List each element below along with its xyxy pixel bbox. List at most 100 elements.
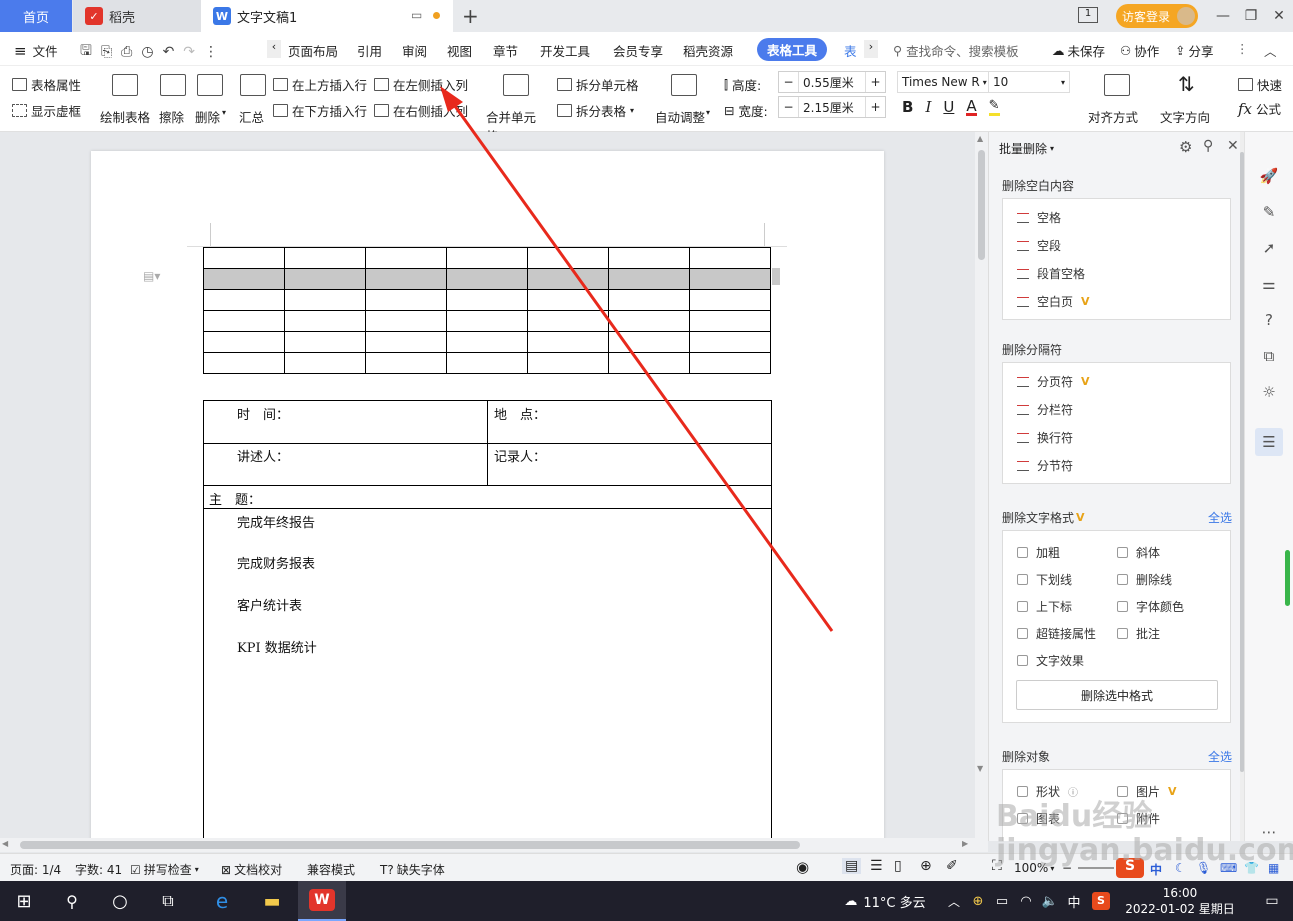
arrow-line xyxy=(450,101,834,632)
page-indicator[interactable]: 页面: 1/4 xyxy=(10,861,61,878)
eye-icon[interactable]: ◉ xyxy=(796,858,809,876)
gear-icon[interactable]: ⚙ xyxy=(1179,138,1192,156)
tray-expand-icon[interactable]: ︿ xyxy=(944,881,964,921)
missing-font-label: 缺失字体 xyxy=(396,863,445,877)
document-vertical-scrollbar[interactable]: ▲ ▼ xyxy=(975,132,988,841)
cortana-icon[interactable]: ○ xyxy=(100,881,140,921)
select-all-format-link[interactable]: 全选 xyxy=(1208,509,1232,526)
spell-check-button[interactable]: ☑ 拼写检查 ▾ xyxy=(130,861,199,878)
scroll-down-icon[interactable]: ▼ xyxy=(977,764,983,773)
item-column-break[interactable]: 分栏符 xyxy=(1017,401,1073,418)
bulb-icon[interactable]: ☼ xyxy=(1259,382,1279,402)
item-leading-space[interactable]: 段首空格 xyxy=(1017,265,1085,282)
clock-date: 2022-01-02 星期日 xyxy=(1125,902,1235,916)
check-icon: ☑ xyxy=(130,862,141,877)
vip-icon: V xyxy=(1168,785,1177,798)
web-view-icon[interactable]: ⊕ xyxy=(920,858,932,874)
cursor-icon[interactable]: ➚ xyxy=(1259,238,1279,258)
task-view-icon[interactable]: ⧉ xyxy=(148,881,188,921)
scroll-right-arrow-icon[interactable]: ▶ xyxy=(962,839,968,848)
column-break-icon xyxy=(1017,404,1029,415)
format-items-box: 加粗 下划线 上下标 超链接属性 文字效果 斜体 删除线 字体颜色 批注 删除选… xyxy=(1002,530,1231,723)
edge-browser-icon[interactable]: e xyxy=(198,881,246,921)
item-empty-paragraph[interactable]: 空段 xyxy=(1017,237,1061,254)
proof-icon: ⊠ xyxy=(221,862,232,877)
pen-icon[interactable]: ✎ xyxy=(1259,202,1279,222)
cb-strikethrough[interactable]: 删除线 xyxy=(1117,571,1172,588)
search-taskbar-icon[interactable]: ⚲ xyxy=(52,881,92,921)
arrow-head xyxy=(440,86,463,112)
item-line-break[interactable]: 换行符 xyxy=(1017,429,1073,446)
section-object-title: 删除对象 xyxy=(1002,750,1051,764)
scrollbar-thumb[interactable] xyxy=(978,150,985,260)
section-break-icon xyxy=(1017,460,1029,471)
right-tool-rail: 🚀 ✎ ➚ ⚌ ? ⧉ ☼ ☰ ⋯ xyxy=(1244,132,1293,841)
checkbox-icon xyxy=(1117,628,1128,639)
cloud-weather-icon: ☁ xyxy=(844,893,858,909)
checkbox-icon xyxy=(1017,655,1028,666)
checkbox-icon xyxy=(1117,601,1128,612)
cb-hyperlink[interactable]: 超链接属性 xyxy=(1017,625,1096,642)
delete-format-button[interactable]: 删除选中格式 xyxy=(1016,680,1218,710)
item-space[interactable]: 空格 xyxy=(1017,209,1061,226)
cb-superscript[interactable]: 上下标 xyxy=(1017,598,1072,615)
cb-underline[interactable]: 下划线 xyxy=(1017,571,1072,588)
item-blank-page[interactable]: 空白页 V xyxy=(1017,293,1090,310)
notification-icon[interactable]: ▭ xyxy=(1254,881,1290,921)
item-label: 斜体 xyxy=(1136,546,1161,560)
scroll-left-arrow-icon[interactable]: ◀ xyxy=(2,839,8,848)
separator-items-box: 分页符 V 分栏符 换行符 分节符 xyxy=(1002,362,1231,484)
info-icon[interactable]: ⓘ xyxy=(1068,784,1078,799)
cb-shape[interactable]: 形状 ⓘ xyxy=(1017,783,1078,800)
item-section-break[interactable]: 分节符 xyxy=(1017,457,1073,474)
compat-mode[interactable]: 兼容模式 xyxy=(307,861,355,878)
scroll-up-icon[interactable]: ▲ xyxy=(977,134,983,143)
translate-icon[interactable]: ⧉ xyxy=(1259,346,1279,366)
close-panel-icon[interactable]: ✕ xyxy=(1227,138,1239,154)
page-view-icon[interactable]: ▤ xyxy=(842,858,862,874)
document-horizontal-scrollbar[interactable]: ◀ ▶ xyxy=(0,838,988,852)
proofread-button[interactable]: ⊠ 文档校对 xyxy=(221,861,282,878)
wps-taskbar-icon[interactable]: W xyxy=(298,881,346,921)
vip-icon: V xyxy=(1076,511,1085,524)
item-label: 删除线 xyxy=(1136,573,1173,587)
vip-icon: V xyxy=(1081,375,1090,388)
outline-view-icon[interactable]: ☰ xyxy=(870,858,883,874)
checkbox-icon xyxy=(1117,547,1128,558)
sogou-logo-icon: S xyxy=(1092,892,1110,910)
wps-logo-icon: W xyxy=(309,889,335,911)
cb-text-effect[interactable]: 文字效果 xyxy=(1017,652,1084,669)
item-label: 分栏符 xyxy=(1037,403,1074,417)
sliders-icon[interactable]: ⚌ xyxy=(1259,274,1279,294)
file-explorer-icon[interactable]: ▬ xyxy=(252,881,292,921)
baidu-watermark: Baidu经验 jingyan.baidu.com xyxy=(996,799,1293,868)
batch-delete-icon[interactable]: ☰ xyxy=(1255,428,1283,456)
panel-header[interactable]: 批量删除 ▾ xyxy=(999,140,1054,157)
pin-icon[interactable]: ⚲ xyxy=(1203,138,1213,154)
cb-bold[interactable]: 加粗 xyxy=(1017,544,1060,561)
hscrollbar-thumb[interactable] xyxy=(20,841,800,849)
item-page-break[interactable]: 分页符 V xyxy=(1017,373,1090,390)
read-view-icon[interactable]: ▯ xyxy=(894,858,902,874)
item-label: 分页符 xyxy=(1037,375,1074,389)
select-all-object-link[interactable]: 全选 xyxy=(1208,748,1232,765)
item-label: 批注 xyxy=(1136,627,1161,641)
tray-app-icon[interactable]: ⊕ xyxy=(968,881,988,921)
space-icon xyxy=(1017,212,1029,223)
weather-widget[interactable]: ☁ 11°C 多云 xyxy=(830,881,940,921)
delete-format-label: 删除选中格式 xyxy=(1080,688,1153,703)
cb-italic[interactable]: 斜体 xyxy=(1117,544,1160,561)
checkbox-icon xyxy=(1017,574,1028,585)
missing-font-button[interactable]: T? 缺失字体 xyxy=(380,861,445,878)
help-icon[interactable]: ? xyxy=(1259,310,1279,330)
cb-image[interactable]: 图片 V xyxy=(1117,783,1177,800)
cb-comment[interactable]: 批注 xyxy=(1117,625,1160,642)
write-view-icon[interactable]: ✐ xyxy=(946,858,958,874)
cb-font-color[interactable]: 字体颜色 xyxy=(1117,598,1184,615)
windows-start-icon[interactable]: ⊞ xyxy=(0,881,48,921)
line-break-icon xyxy=(1017,432,1029,443)
word-count[interactable]: 字数: 41 xyxy=(75,861,122,878)
rocket-icon[interactable]: 🚀 xyxy=(1259,166,1279,186)
item-label: 上下标 xyxy=(1036,600,1073,614)
side-slider-handle[interactable] xyxy=(1285,550,1290,606)
